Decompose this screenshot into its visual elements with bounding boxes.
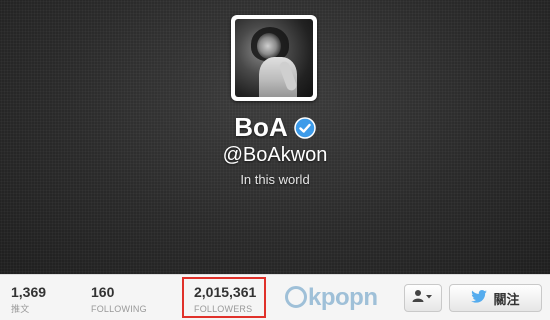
followers-highlight-box — [182, 277, 266, 318]
stat-following-value: 160 — [91, 284, 115, 300]
profile-name: BoA — [234, 112, 288, 143]
kpopn-watermark: kpopn — [285, 284, 378, 312]
profile-name-row: BoA — [0, 110, 550, 142]
stat-tweets-label: 推文 — [11, 304, 30, 314]
stat-following-label: FOLLOWING — [91, 304, 147, 314]
profile-bio: In this world — [240, 172, 310, 187]
stat-tweets-value: 1,369 — [11, 284, 47, 300]
twitter-bird-icon — [471, 290, 488, 306]
profile-header: BoA @BoAkwon In this world — [0, 0, 550, 274]
avatar[interactable] — [231, 15, 317, 101]
user-dropdown-icon — [412, 289, 434, 308]
follow-button-label: 關注 — [493, 291, 520, 307]
verified-badge-icon — [293, 115, 316, 139]
kpopn-logo-icon — [285, 285, 307, 308]
profile-handle[interactable]: @BoAkwon — [0, 143, 550, 167]
watermark-text: kpopn — [308, 284, 378, 311]
user-actions-dropdown-button[interactable] — [404, 284, 442, 312]
profile-stats-bar: 1,369 推文 160 FOLLOWING 2,015,361 FOLLOWE… — [0, 274, 550, 320]
follow-button[interactable]: 關注 — [449, 284, 542, 312]
stat-following[interactable]: 160 FOLLOWING — [91, 284, 147, 315]
stat-tweets[interactable]: 1,369 推文 — [11, 284, 46, 315]
avatar-photo — [235, 19, 313, 97]
